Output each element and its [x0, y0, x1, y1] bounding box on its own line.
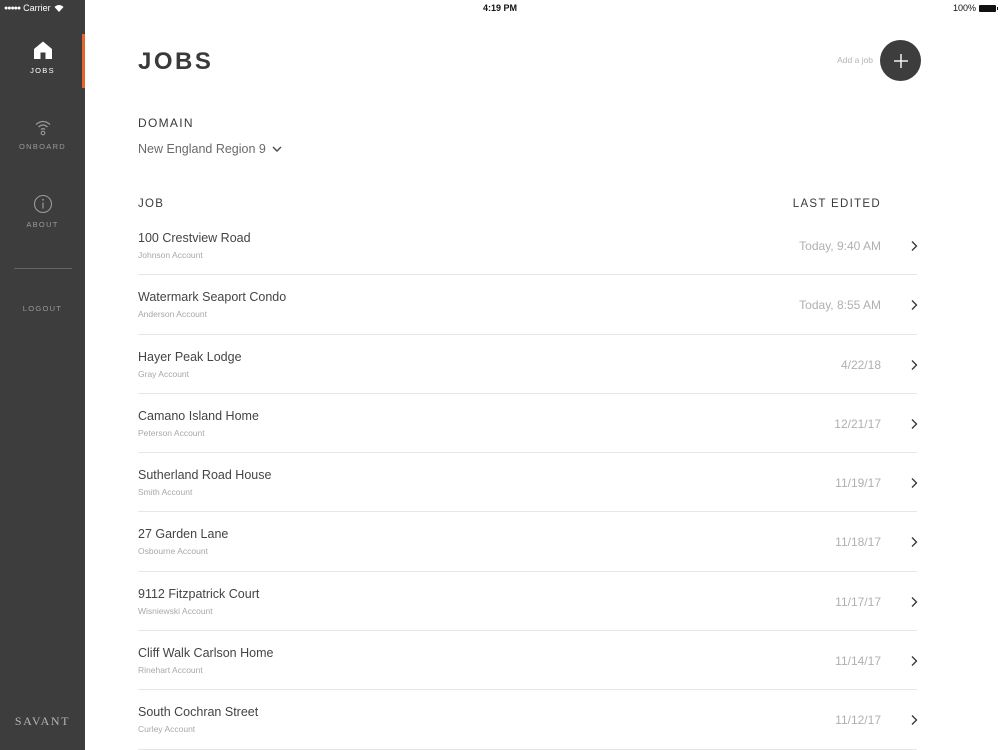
- job-row[interactable]: 9112 Fitzpatrick Court Wisniewski Accoun…: [138, 572, 918, 632]
- job-name: Cliff Walk Carlson Home: [138, 646, 274, 661]
- job-last-edited: 12/21/17: [834, 416, 881, 431]
- job-name: 27 Garden Lane: [138, 527, 229, 542]
- plus-icon: [893, 53, 908, 68]
- job-account: Curley Account: [138, 724, 196, 735]
- job-name: 9112 Fitzpatrick Court: [138, 586, 260, 601]
- status-right: 100%: [952, 3, 998, 13]
- job-last-edited: 11/18/17: [835, 535, 881, 550]
- job-row[interactable]: South Cochran Street Curley Account 11/1…: [138, 690, 918, 750]
- chevron-right-icon: [911, 359, 918, 370]
- job-last-edited: Today, 9:40 AM: [799, 239, 881, 253]
- page-title: JOBS: [138, 48, 214, 75]
- job-name: Watermark Seaport Condo: [138, 290, 287, 305]
- chevron-right-icon: [911, 300, 918, 311]
- domain-select[interactable]: New England Region 9: [138, 142, 282, 156]
- add-job-label: Add a job: [837, 55, 873, 65]
- sidebar-item-about[interactable]: ABOUT: [0, 194, 85, 229]
- add-job-button[interactable]: [880, 40, 921, 81]
- job-row[interactable]: Watermark Seaport Condo Anderson Account…: [138, 275, 918, 335]
- sidebar-item-label: ABOUT: [26, 220, 59, 229]
- chevron-right-icon: [911, 596, 918, 607]
- home-icon: [33, 41, 52, 59]
- app-window: JOBS ONBOARD ABOUT LOGOUT SAVANT ●●●●● C…: [0, 0, 1000, 750]
- battery-icon: [979, 4, 998, 12]
- job-account: Wisniewski Account: [138, 605, 213, 616]
- column-header-job: JOB: [138, 198, 165, 210]
- job-row[interactable]: Sutherland Road House Smith Account 11/1…: [138, 453, 918, 513]
- job-last-edited: 4/22/18: [840, 357, 881, 372]
- info-icon: [33, 194, 52, 214]
- sidebar-divider: [14, 268, 72, 269]
- sidebar-item-jobs[interactable]: JOBS: [0, 40, 85, 75]
- wifi-icon: [35, 120, 50, 136]
- sidebar-item-label: JOBS: [30, 66, 55, 75]
- job-name: Hayer Peak Lodge: [138, 349, 242, 364]
- chevron-right-icon: [911, 478, 918, 489]
- job-account: Peterson Account: [138, 427, 205, 438]
- brand-logo: SAVANT: [14, 714, 71, 728]
- status-bar: ●●●●● Carrier 4:19 PM 100%: [0, 0, 1000, 16]
- chevron-right-icon: [911, 418, 918, 429]
- job-row[interactable]: Cliff Walk Carlson Home Rinehart Account…: [138, 631, 918, 691]
- job-account: Johnson Account: [138, 250, 203, 260]
- job-account: Osbourne Account: [138, 546, 208, 557]
- sidebar-item-label: ONBOARD: [18, 142, 67, 151]
- column-header-last-edited: LAST EDITED: [792, 198, 881, 210]
- sidebar-item-onboard[interactable]: ONBOARD: [0, 118, 85, 151]
- job-last-edited: 11/19/17: [835, 476, 881, 491]
- job-name: South Cochran Street: [138, 705, 259, 720]
- chevron-right-icon: [911, 656, 918, 667]
- job-last-edited: Today, 8:55 AM: [799, 298, 881, 313]
- job-name: Sutherland Road House: [138, 468, 272, 483]
- job-last-edited: 11/17/17: [835, 594, 881, 609]
- domain-label: DOMAIN: [138, 116, 194, 130]
- job-account: Rinehart Account: [138, 665, 203, 676]
- job-account: Smith Account: [138, 487, 193, 498]
- domain-value: New England Region 9: [138, 142, 266, 156]
- chevron-right-icon: [911, 715, 918, 726]
- job-last-edited: 11/14/17: [835, 654, 881, 669]
- job-row[interactable]: 100 Crestview Road Johnson Account Today…: [138, 216, 918, 276]
- job-row[interactable]: Hayer Peak Lodge Gray Account 4/22/18: [138, 335, 918, 394]
- job-row[interactable]: Camano Island Home Peterson Account 12/2…: [138, 394, 918, 454]
- job-row[interactable]: 27 Garden Lane Osbourne Account 11/18/17: [138, 512, 918, 572]
- sidebar: JOBS ONBOARD ABOUT LOGOUT SAVANT: [0, 0, 85, 750]
- chevron-right-icon: [911, 537, 918, 548]
- status-time: 4:19 PM: [482, 3, 517, 13]
- job-account: Anderson Account: [138, 309, 207, 320]
- battery-percent: 100%: [952, 3, 976, 13]
- job-list: 100 Crestview Road Johnson Account Today…: [138, 216, 918, 750]
- job-account: Gray Account: [138, 368, 190, 379]
- job-last-edited: 11/12/17: [835, 713, 881, 728]
- chevron-down-icon: [272, 146, 282, 152]
- job-name: 100 Crestview Road: [138, 231, 251, 245]
- job-name: Camano Island Home: [138, 408, 259, 423]
- logout-button[interactable]: LOGOUT: [0, 304, 85, 313]
- chevron-right-icon: [911, 241, 918, 251]
